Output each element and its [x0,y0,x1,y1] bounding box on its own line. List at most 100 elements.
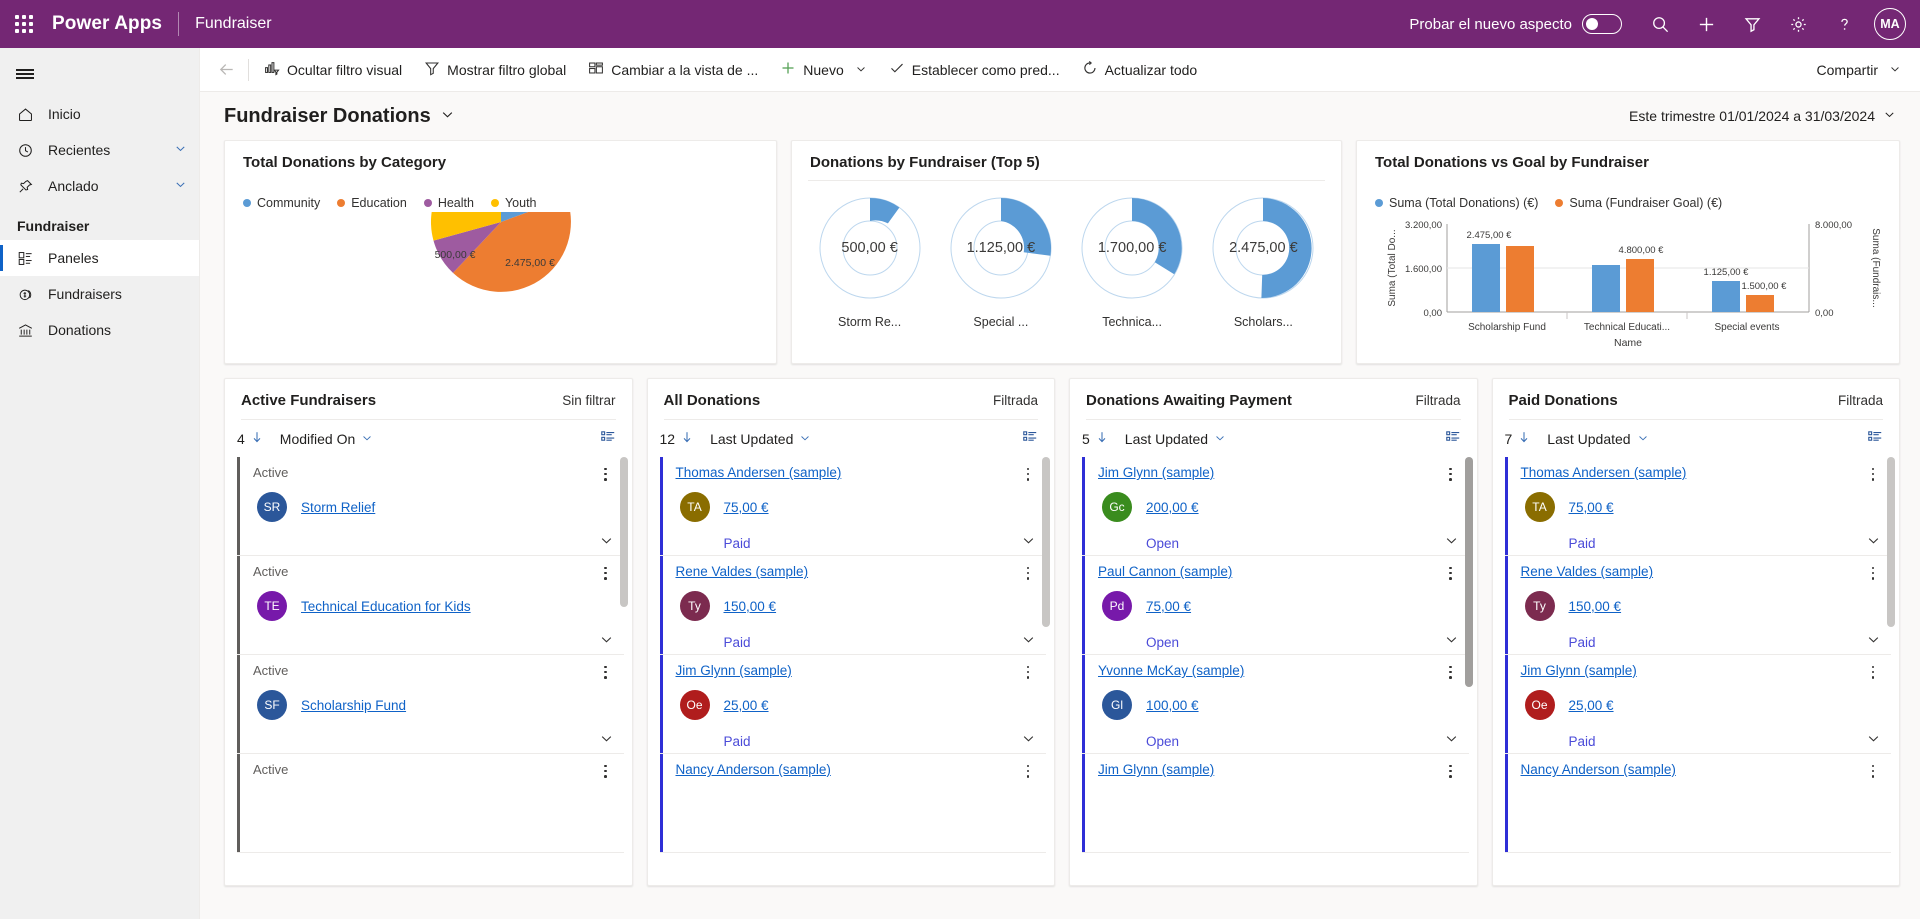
list-body[interactable]: Active SR Storm Relief Active TE Technic… [225,457,632,885]
more-options-icon[interactable] [1865,762,1881,780]
sort-direction-icon[interactable] [250,430,264,447]
list-scrollbar[interactable] [1042,457,1050,885]
new-button[interactable]: Nuevo [769,52,877,88]
donor-link[interactable]: Paul Cannon (sample) [1098,564,1232,579]
list-filter-status[interactable]: Filtrada [993,393,1038,408]
expand-chevron-icon[interactable] [599,632,614,652]
more-options-icon[interactable] [1443,465,1459,483]
list-item[interactable]: Rene Valdes (sample) Ty 150,00 € Paid [1504,556,1891,655]
expand-chevron-icon[interactable] [1021,731,1036,751]
donut-chart-group[interactable]: 500,00 € Storm Re... 1.125,00 € Special … [792,181,1341,363]
legend-item-youth[interactable]: Youth [490,196,537,210]
donor-link[interactable]: Jim Glynn (sample) [676,663,792,678]
view-selector-icon[interactable] [1445,429,1461,448]
app-launcher-icon[interactable] [0,0,48,48]
more-options-icon[interactable] [1443,762,1459,780]
sort-direction-icon[interactable] [680,430,694,447]
list-item[interactable]: Rene Valdes (sample) Ty 150,00 € Paid [659,556,1046,655]
list-item[interactable]: Nancy Anderson (sample) [659,754,1046,853]
status-badge[interactable]: Open [1146,734,1179,749]
list-scrollbar[interactable] [619,457,628,885]
record-count[interactable]: 5 [1082,430,1109,447]
bar-total-special[interactable] [1712,281,1740,312]
more-options-icon[interactable] [598,762,614,780]
donation-amount[interactable]: 200,00 € [1146,500,1199,515]
expand-chevron-icon[interactable] [1866,632,1881,652]
donation-amount[interactable]: 150,00 € [1569,599,1622,614]
list-item[interactable]: Thomas Andersen (sample) TA 75,00 € Paid [1504,457,1891,556]
list-item[interactable]: Jim Glynn (sample) Gc 200,00 € Open [1082,457,1469,556]
list-item[interactable]: Nancy Anderson (sample) [1504,754,1891,853]
list-item[interactable]: Jim Glynn (sample) Oe 25,00 € Paid [1504,655,1891,754]
chevron-down-icon[interactable] [174,142,187,158]
sidebar-item-donations[interactable]: Donations [0,312,199,348]
expand-chevron-icon[interactable] [1444,731,1459,751]
new-look-toggle[interactable] [1582,14,1622,34]
bar-goal-technical[interactable] [1626,259,1654,312]
donor-link[interactable]: Rene Valdes (sample) [676,564,809,579]
help-icon[interactable] [1822,0,1866,48]
legend-item-education[interactable]: Education [337,196,407,210]
list-body[interactable]: Jim Glynn (sample) Gc 200,00 € Open Paul… [1070,457,1477,885]
refresh-all-button[interactable]: Actualizar todo [1071,52,1209,88]
status-badge[interactable]: Paid [1569,536,1596,551]
list-filter-status[interactable]: Filtrada [1838,393,1883,408]
share-button[interactable]: Compartir [1806,52,1912,88]
expand-chevron-icon[interactable] [1444,533,1459,553]
list-item[interactable]: Yvonne McKay (sample) Gl 100,00 € Open [1082,655,1469,754]
donor-link[interactable]: Yvonne McKay (sample) [1098,663,1244,678]
donation-amount[interactable]: 25,00 € [724,698,769,713]
list-item[interactable]: Paul Cannon (sample) Pd 75,00 € Open [1082,556,1469,655]
list-item[interactable]: Active TE Technical Education for Kids [237,556,624,655]
more-options-icon[interactable] [1865,465,1881,483]
list-body[interactable]: Thomas Andersen (sample) TA 75,00 € Paid… [648,457,1055,885]
scrollbar-thumb[interactable] [619,457,628,607]
expand-chevron-icon[interactable] [1021,533,1036,553]
view-selector-icon[interactable] [1022,429,1038,448]
expand-chevron-icon[interactable] [599,533,614,553]
donor-link[interactable]: Nancy Anderson (sample) [1521,762,1676,777]
list-body[interactable]: Thomas Andersen (sample) TA 75,00 € Paid… [1493,457,1900,885]
more-options-icon[interactable] [1865,663,1881,681]
plus-icon[interactable] [1684,0,1728,48]
search-icon[interactable] [1638,0,1682,48]
scrollbar-thumb[interactable] [1464,457,1473,687]
more-options-icon[interactable] [1020,465,1036,483]
donor-link[interactable]: Nancy Anderson (sample) [676,762,831,777]
more-options-icon[interactable] [1020,663,1036,681]
donor-link[interactable]: Thomas Andersen (sample) [1521,465,1687,480]
filter-icon[interactable] [1730,0,1774,48]
hide-visual-filter-button[interactable]: Ocultar filtro visual [253,52,413,88]
record-link[interactable]: Technical Education for Kids [301,599,471,614]
bar-total-scholarship[interactable] [1472,244,1500,312]
sidebar-item-paneles[interactable]: Paneles [0,240,199,276]
show-global-filter-button[interactable]: Mostrar filtro global [413,52,577,88]
more-options-icon[interactable] [1020,762,1036,780]
status-badge[interactable]: Paid [1569,734,1596,749]
status-badge[interactable]: Open [1146,635,1179,650]
more-options-icon[interactable] [598,663,614,681]
list-filter-status[interactable]: Filtrada [1415,393,1460,408]
record-count[interactable]: 4 [237,430,264,447]
record-link[interactable]: Storm Relief [301,500,375,515]
gear-icon[interactable] [1776,0,1820,48]
expand-chevron-icon[interactable] [1866,533,1881,553]
more-options-icon[interactable] [598,564,614,582]
status-badge[interactable]: Paid [1569,635,1596,650]
scrollbar-thumb[interactable] [1887,457,1895,627]
list-item[interactable]: Active SF Scholarship Fund [237,655,624,754]
legend-item-health[interactable]: Health [423,196,474,210]
expand-chevron-icon[interactable] [599,731,614,751]
list-item[interactable]: Active SR Storm Relief [237,457,624,556]
set-as-default-button[interactable]: Establecer como pred... [878,52,1071,88]
chevron-down-icon[interactable] [440,105,455,128]
avatar[interactable]: MA [1874,8,1906,40]
legend-item-total-donations[interactable]: Suma (Total Donations) (€) [1375,196,1538,210]
scrollbar-thumb[interactable] [1042,457,1050,627]
sidebar-item-recientes[interactable]: Recientes [0,132,199,168]
hamburger-menu-icon[interactable] [0,52,199,96]
bar-chart[interactable]: Suma (Total Donations) (€) Suma (Fundrai… [1357,180,1899,363]
record-link[interactable]: Scholarship Fund [301,698,406,713]
list-scrollbar[interactable] [1464,457,1473,885]
sort-direction-icon[interactable] [1517,430,1531,447]
